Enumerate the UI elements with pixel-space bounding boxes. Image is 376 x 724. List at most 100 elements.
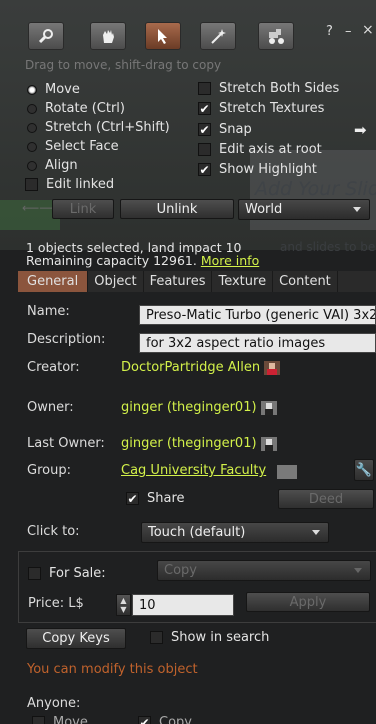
- anyone-label: Anyone:: [27, 696, 81, 711]
- select-value: World: [245, 202, 283, 217]
- anyone-move-checkbox[interactable]: Move: [32, 715, 88, 724]
- chevron-down-icon: [312, 530, 320, 535]
- share-checkbox[interactable]: ✔ Share: [126, 491, 185, 506]
- magnifier-tool-icon[interactable]: [28, 22, 64, 50]
- price-label: Price: L$: [28, 596, 84, 611]
- checkbox-label: Stretch Both Sides: [219, 81, 340, 96]
- checkbox-label: Move: [53, 715, 88, 724]
- group-label: Group:: [27, 463, 71, 478]
- price-field[interactable]: 10: [132, 594, 234, 616]
- copy-keys-button[interactable]: Copy Keys: [26, 628, 126, 649]
- more-info-link[interactable]: More info: [201, 253, 259, 268]
- avatar-icon: [260, 436, 277, 451]
- checkbox-icon: [198, 82, 211, 95]
- tab-features[interactable]: Features: [144, 271, 213, 292]
- radio-icon: [27, 103, 37, 114]
- mode-label: Rotate (Ctrl): [45, 101, 125, 116]
- last-owner-label: Last Owner:: [27, 436, 105, 451]
- checkmark-icon: ✔: [138, 716, 151, 724]
- coordinate-system-select[interactable]: World: [238, 199, 370, 220]
- chevron-down-icon: [353, 207, 361, 212]
- magic-wand-tool-icon[interactable]: [200, 22, 236, 50]
- link-button[interactable]: Link: [52, 199, 114, 219]
- owner-label: Owner:: [27, 400, 74, 415]
- edit-axis-at-root-checkbox[interactable]: Edit axis at root: [198, 142, 322, 157]
- checkbox-label: Share: [147, 491, 185, 506]
- checkbox-label: For Sale:: [49, 566, 106, 581]
- tab-bar: General Object Features Texture Content: [18, 271, 376, 292]
- modify-notice: You can modify this object: [27, 662, 198, 677]
- anyone-copy-checkbox[interactable]: ✔ Copy: [138, 715, 192, 724]
- minimize-button[interactable]: –: [345, 24, 352, 39]
- tab-texture[interactable]: Texture: [212, 271, 274, 292]
- radio-icon: [27, 84, 37, 95]
- mode-move[interactable]: Move: [27, 82, 80, 97]
- checkbox-label: Copy: [159, 715, 192, 724]
- unlink-button[interactable]: Unlink: [120, 199, 234, 219]
- mode-label: Select Face: [45, 139, 119, 154]
- capacity-text: Remaining capacity 12961.: [26, 253, 197, 268]
- background-slide-text: Add Your Slid: [255, 178, 376, 200]
- tab-object[interactable]: Object: [88, 271, 144, 292]
- for-sale-checkbox[interactable]: For Sale:: [28, 566, 106, 581]
- help-button[interactable]: ?: [326, 24, 333, 39]
- avatar-icon: [260, 400, 277, 415]
- select-value: Touch (default): [148, 525, 246, 540]
- snap-checkbox[interactable]: ✔ Snap: [198, 122, 252, 137]
- last-owner-name[interactable]: ginger (theginger01): [121, 436, 257, 451]
- wrench-icon[interactable]: 🔧: [354, 459, 374, 481]
- show-in-search-checkbox[interactable]: Show in search: [150, 630, 269, 645]
- price-stepper[interactable]: ▲ ▼: [116, 594, 131, 616]
- description-field[interactable]: for 3x2 aspect ratio images: [139, 333, 376, 353]
- mode-label: Align: [45, 158, 78, 173]
- description-label: Description:: [27, 332, 106, 347]
- grab-hand-tool-icon[interactable]: [90, 22, 126, 50]
- deed-button[interactable]: Deed: [278, 489, 374, 509]
- radio-icon: [27, 160, 37, 171]
- checkbox-label: Show in search: [171, 630, 270, 645]
- checkbox-icon: [25, 178, 38, 191]
- last-owner-value[interactable]: ginger (theginger01): [121, 436, 277, 451]
- checkbox-label: Show Highlight: [219, 162, 317, 177]
- creator-name[interactable]: DoctorPartridge Allen: [121, 360, 260, 375]
- apply-button[interactable]: Apply: [246, 592, 370, 612]
- stretch-both-sides-checkbox[interactable]: Stretch Both Sides: [198, 81, 339, 96]
- chevron-down-icon: [354, 568, 362, 573]
- click-to-label: Click to:: [27, 524, 80, 539]
- arrow-right-icon[interactable]: ➡: [354, 121, 367, 139]
- mode-rotate[interactable]: Rotate (Ctrl): [27, 101, 125, 116]
- tab-content[interactable]: Content: [273, 271, 338, 292]
- checkbox-icon: [198, 143, 211, 156]
- click-action-select[interactable]: Touch (default): [141, 522, 329, 543]
- land-tractor-tool-icon[interactable]: [258, 22, 294, 50]
- mode-stretch[interactable]: Stretch (Ctrl+Shift): [27, 120, 170, 135]
- checkbox-label: Edit linked: [46, 177, 115, 192]
- tab-general[interactable]: General: [18, 271, 89, 292]
- close-button[interactable]: ×: [362, 22, 374, 38]
- creator-value[interactable]: DoctorPartridge Allen: [121, 360, 281, 375]
- owner-name[interactable]: ginger (theginger01): [121, 400, 257, 415]
- checkbox-label: Edit axis at root: [219, 142, 322, 157]
- sale-type-select[interactable]: Copy: [157, 560, 371, 581]
- group-swatch: [277, 465, 297, 479]
- edit-linked-checkbox[interactable]: Edit linked: [25, 177, 114, 192]
- checkbox-label: Snap: [219, 122, 252, 137]
- avatar-icon: [264, 360, 281, 375]
- mode-label: Move: [45, 82, 80, 97]
- owner-value[interactable]: ginger (theginger01): [121, 400, 277, 415]
- show-highlight-checkbox[interactable]: ✔ Show Highlight: [198, 162, 317, 177]
- select-arrow-tool-icon[interactable]: [145, 22, 181, 50]
- mode-select-face[interactable]: Select Face: [27, 139, 119, 154]
- checkbox-icon: [28, 567, 41, 580]
- checkmark-icon: ✔: [198, 122, 211, 137]
- stretch-textures-checkbox[interactable]: ✔ Stretch Textures: [198, 101, 324, 116]
- checkmark-icon: ✔: [198, 162, 211, 177]
- checkbox-icon: [150, 631, 163, 644]
- checkbox-label: Stretch Textures: [219, 101, 325, 116]
- creator-label: Creator:: [27, 360, 80, 375]
- mode-align[interactable]: Align: [27, 158, 78, 173]
- group-link[interactable]: Cag University Faculty: [121, 463, 266, 478]
- name-label: Name:: [27, 304, 70, 319]
- name-field[interactable]: Preso-Matic Turbo (generic VAI) 3x2: [139, 305, 376, 325]
- checkbox-icon: [32, 716, 45, 724]
